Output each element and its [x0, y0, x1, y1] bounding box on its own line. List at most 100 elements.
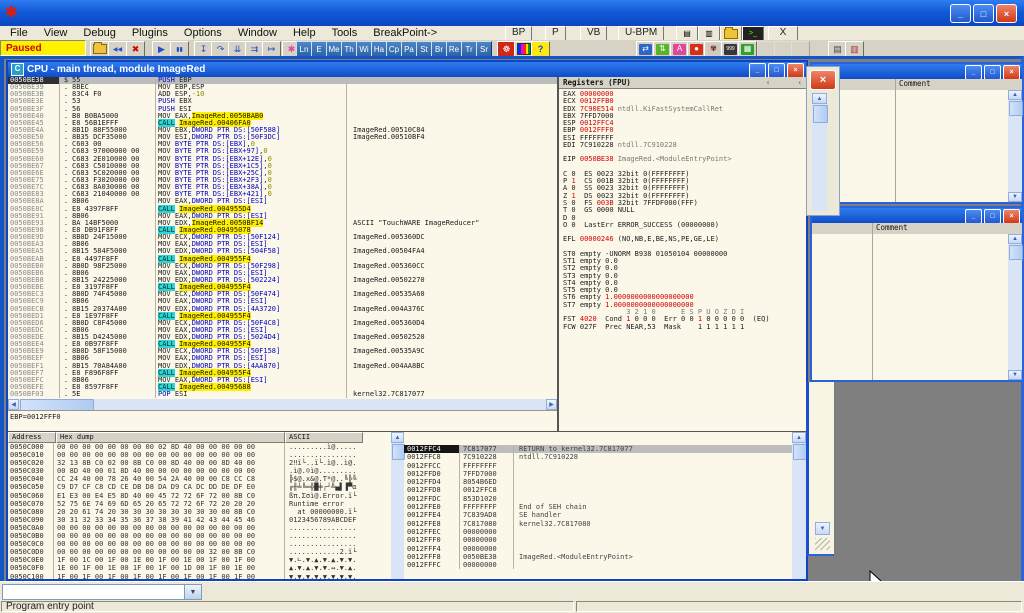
dump-row[interactable]: 0050C0D000 00 00 00 00 00 00 00 00 00 00…	[8, 548, 391, 556]
strip-close-button[interactable]: ×	[810, 70, 836, 90]
minimize-button[interactable]: _	[950, 4, 971, 23]
stack-row[interactable]: 0012FFD48054B6ED	[404, 478, 792, 486]
dump-row[interactable]: 0050C050C9 D7 CF C8 CD CE DB D8 DA D9 CA…	[8, 483, 391, 491]
disasm-row[interactable]: 0050BE9D.8B0D 24F15000MOV ECX,DWORD PTR …	[8, 234, 557, 241]
stack-row[interactable]: 0012FFE87C817080kernel32.7C817080	[404, 520, 792, 528]
menu-item-breakpoint[interactable]: BreakPoint->	[365, 27, 445, 39]
disasm-row[interactable]: 0050BED6.8B0D C8F45000MOV ECX,DWORD PTR …	[8, 320, 557, 327]
menu-button-p[interactable]: P	[545, 26, 566, 41]
stack-row[interactable]: 0012FFD07FFD7000	[404, 470, 792, 478]
dump-row[interactable]: 0050C0E01F 00 1C 00 1F 00 1E 00 1F 00 1E…	[8, 556, 391, 564]
panel1-minimize-button[interactable]: _	[965, 65, 982, 80]
disasm-hscrollbar[interactable]: ◀ ▶	[8, 399, 557, 410]
help-button[interactable]: ?	[531, 41, 550, 57]
comment-window-2-title-bar[interactable]: _ □ ×	[812, 208, 1022, 223]
pane-button-th[interactable]: Th	[341, 41, 357, 57]
comment-window-2-body[interactable]	[812, 234, 1008, 380]
panel1-scrollbar[interactable]: ▲ ▼	[1008, 90, 1022, 202]
dump-row[interactable]: 0050C0F01E 00 1F 00 1E 00 1F 00 1F 00 1D…	[8, 564, 391, 572]
scroll-up-icon[interactable]: ▲	[391, 432, 404, 443]
pane-button-wi[interactable]: Wi	[356, 41, 372, 57]
disasm-row[interactable]: 0050BE38$55PUSH EBP	[8, 77, 557, 84]
notepad-icon[interactable]: ▤	[676, 26, 698, 41]
plugin-window-button[interactable]: ▦	[738, 41, 757, 57]
stack-row[interactable]: 0012FFC87C910228ntdll.7C910228	[404, 453, 792, 461]
panel1-maximize-button[interactable]: □	[984, 65, 1001, 80]
dump-row[interactable]: 0050C1001F 00 1F 00 1F 00 1F 00 1F 00 1F…	[8, 573, 391, 580]
disasm-row[interactable]: 0050BF03.5EPOP ESIkernel32.7C817077	[8, 391, 557, 398]
panel1-close-button[interactable]: ×	[1003, 65, 1020, 80]
disasm-row[interactable]: 0050BE8C.E8 4397F8FFCALL ImageRed.004955…	[8, 206, 557, 213]
menu-item-plugins[interactable]: Plugins	[124, 27, 176, 39]
menu-item-help[interactable]: Help	[285, 27, 324, 39]
pane-button-e[interactable]: E	[311, 41, 327, 57]
stack-row[interactable]: 0012FFF000000000	[404, 536, 792, 544]
stack-pane[interactable]: 0012FFC47C817077RETURN to kernel32.7C817…	[404, 432, 792, 579]
scroll-down-icon[interactable]: ▼	[1008, 192, 1022, 202]
execute-till-return-button[interactable]: ↦	[262, 41, 281, 57]
stack-row[interactable]: 0012FFE0FFFFFFFFEnd of SEH chain	[404, 503, 792, 511]
panel2-minimize-button[interactable]: _	[965, 209, 982, 224]
dump-row[interactable]: 0050C00000 00 00 00 00 00 00 00 02 8D 40…	[8, 443, 391, 451]
panel2-maximize-button[interactable]: □	[984, 209, 1001, 224]
disasm-row[interactable]: 0050BEF7.E8 F896F8FFCALL ImageRed.004955…	[8, 370, 557, 377]
dump-header-address[interactable]: Address	[8, 432, 56, 443]
stack-row[interactable]: 0012FFF80050BE38ImageRed.<ModuleEntryPoi…	[404, 553, 792, 561]
pane-button-br[interactable]: Br	[431, 41, 447, 57]
dump-row[interactable]: 0050C0A000 00 00 00 00 00 00 00 00 00 00…	[8, 524, 391, 532]
log-icon[interactable]: ▥	[698, 26, 720, 41]
strip-scroll-thumb[interactable]	[813, 105, 828, 123]
command-combobox[interactable]: ▼	[2, 584, 202, 600]
cpu-title-bar[interactable]: C CPU - main thread, module ImageRed _ □…	[8, 62, 806, 77]
comment-window-1-body[interactable]	[812, 90, 1008, 202]
scroll-up-icon[interactable]: ▲	[1008, 234, 1022, 244]
registers-header[interactable]: Registers (FPU) ‹ ‹	[559, 77, 806, 89]
menu-button-bp[interactable]: BP	[505, 26, 532, 41]
dump-row[interactable]: 0050C07052 75 6E 74 69 6D 65 20 65 72 72…	[8, 500, 391, 508]
menu-item-options[interactable]: Options	[176, 27, 230, 39]
console-icon[interactable]: >_	[742, 26, 764, 41]
close-process-button[interactable]: ✖	[126, 41, 145, 57]
stack-row[interactable]: 0012FFCCFFFFFFFF	[404, 462, 792, 470]
stack-row[interactable]: 0012FFEC00000000	[404, 528, 792, 536]
panel1-scroll-thumb[interactable]	[1009, 101, 1023, 116]
register-line[interactable]: O 0 LastErr ERROR_SUCCESS (00000000)	[563, 222, 806, 229]
dump-header-hex[interactable]: Hex dump	[56, 432, 285, 443]
pane-button-st[interactable]: St	[416, 41, 432, 57]
stack-row[interactable]: 0012FFDC853D1020	[404, 495, 792, 503]
disasm-row[interactable]: 0050BE83.C683 21040000 00MOV BYTE PTR DS…	[8, 191, 557, 198]
scroll-up-icon[interactable]: ▲	[792, 432, 806, 443]
menu-item-tools[interactable]: Tools	[324, 27, 366, 39]
column-divider[interactable]	[895, 79, 896, 90]
cpu-close-button[interactable]: ×	[787, 63, 804, 78]
disasm-row[interactable]: 0050BEB0.8B0D 98F25000MOV ECX,DWORD PTR …	[8, 263, 557, 270]
scroll-up-icon[interactable]: ▲	[1008, 90, 1022, 100]
disasm-row[interactable]: 0050BE3B.83C4 F0ADD ESP,-10	[8, 91, 557, 98]
close-button[interactable]: ×	[996, 4, 1017, 23]
memory-dump-pane[interactable]: 0050C00000 00 00 00 00 00 00 00 02 8D 40…	[8, 443, 391, 579]
stack-row[interactable]: 0012FFFC00000000	[404, 561, 792, 569]
stack-row[interactable]: 0012FFD80012FFC8	[404, 486, 792, 494]
strip-scrollbar[interactable]: ▲	[812, 93, 827, 211]
column-divider[interactable]	[872, 223, 873, 234]
combobox-dropdown-icon[interactable]: ▼	[184, 585, 201, 599]
disasm-row[interactable]: 0050BEFE.E8 8597F8FFCALL ImageRed.004956…	[8, 384, 557, 391]
pane-button-re[interactable]: Re	[446, 41, 462, 57]
stack-row[interactable]: 0012FFE47C839AD8SE handler	[404, 511, 792, 519]
pane-button-ln[interactable]: Ln	[296, 41, 312, 57]
info-pane[interactable]: EBP=0012FFF0	[8, 410, 557, 424]
restart-button[interactable]: ◀◀	[108, 41, 127, 57]
menu-button-vb[interactable]: VB	[580, 26, 607, 41]
dump-row[interactable]: 0050C02032 13 8B C0 02 00 8B C0 00 8D 40…	[8, 459, 391, 467]
menu-close-button[interactable]: X	[768, 26, 798, 41]
toolbar-blank-button-3[interactable]	[791, 41, 810, 57]
dump-row[interactable]: 0050C0B000 00 00 00 00 00 00 00 00 00 00…	[8, 532, 391, 540]
stack-scrollbar[interactable]: ▲	[792, 432, 806, 579]
dump-scrollbar[interactable]: ▲	[391, 432, 404, 579]
panel2-scrollbar[interactable]: ▲ ▼	[1008, 234, 1022, 380]
pane-button-cp[interactable]: Cp	[386, 41, 402, 57]
title-bar[interactable]: ✱ _ □ ×	[0, 0, 1024, 26]
dump-row[interactable]: 0050C0C000 00 00 00 00 00 00 00 00 00 00…	[8, 540, 391, 548]
pane-button-me[interactable]: Me	[326, 41, 342, 57]
menu-item-window[interactable]: Window	[230, 27, 285, 39]
